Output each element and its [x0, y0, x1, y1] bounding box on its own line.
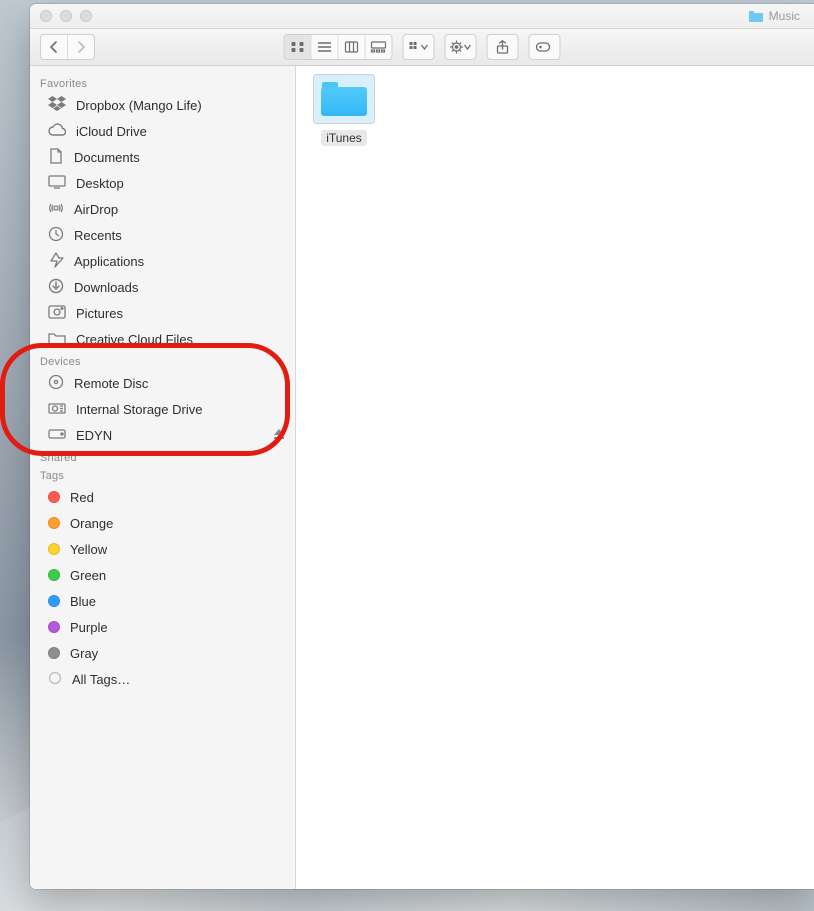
titlebar: Music	[30, 4, 814, 29]
tag-dot-icon	[48, 569, 60, 581]
window-controls	[30, 10, 92, 22]
folder-contents[interactable]: iTunes	[296, 66, 814, 889]
sidebar-item-label: Gray	[70, 646, 285, 661]
minimize-window-button[interactable]	[60, 10, 72, 22]
sidebar-item-purple[interactable]: Purple	[30, 614, 295, 640]
sidebar-item-label: Blue	[70, 594, 285, 609]
tag-dot-icon	[48, 491, 60, 503]
sidebar-item-pictures[interactable]: Pictures	[30, 300, 295, 326]
documents-icon	[48, 148, 64, 167]
edit-tags-button[interactable]	[529, 34, 561, 60]
pictures-icon	[48, 305, 66, 322]
dropbox-icon	[48, 96, 66, 115]
sidebar-group-favorites-header: Favorites	[30, 74, 295, 92]
sidebar-item-label: Yellow	[70, 542, 285, 557]
window-title: Music	[749, 4, 800, 28]
sidebar-item-icloud-drive[interactable]: iCloud Drive	[30, 118, 295, 144]
clock-icon	[48, 226, 64, 245]
sidebar-item-gray[interactable]: Gray	[30, 640, 295, 666]
file-item[interactable]: iTunes	[308, 74, 380, 146]
downloads-icon	[48, 278, 64, 297]
zoom-window-button[interactable]	[80, 10, 92, 22]
sidebar-item-red[interactable]: Red	[30, 484, 295, 510]
tag-dot-icon	[48, 647, 60, 659]
desktop-icon	[48, 175, 66, 192]
disc-icon	[48, 374, 64, 393]
sidebar-item-label: Purple	[70, 620, 285, 635]
eject-icon[interactable]	[273, 428, 285, 443]
all-tags-icon	[48, 671, 62, 688]
sidebar-item-label: Pictures	[76, 306, 285, 321]
back-button[interactable]	[41, 35, 68, 59]
list-view-button[interactable]	[312, 35, 339, 59]
sidebar-item-recents[interactable]: Recents	[30, 222, 295, 248]
airdrop-icon	[48, 200, 64, 219]
sidebar-item-applications[interactable]: Applications	[30, 248, 295, 274]
file-label[interactable]: iTunes	[321, 130, 367, 146]
nav-back-forward	[40, 34, 95, 60]
external-drive-icon	[48, 428, 66, 443]
sidebar-item-label: AirDrop	[74, 202, 285, 217]
sidebar-item-internal-storage-drive[interactable]: Internal Storage Drive	[30, 396, 295, 422]
sidebar-group-tags-header: Tags	[30, 466, 295, 484]
icon-view-button[interactable]	[285, 35, 312, 59]
sidebar-item-label: iCloud Drive	[76, 124, 285, 139]
close-window-button[interactable]	[40, 10, 52, 22]
action-dropdown[interactable]	[445, 34, 477, 60]
sidebar-item-label: Applications	[74, 254, 285, 269]
sidebar-item-label: Downloads	[74, 280, 285, 295]
gallery-view-button[interactable]	[366, 35, 392, 59]
sidebar-item-label: Dropbox (Mango Life)	[76, 98, 285, 113]
cloud-icon	[48, 123, 66, 140]
sidebar-item-label: Documents	[74, 150, 285, 165]
sidebar-item-desktop[interactable]: Desktop	[30, 170, 295, 196]
view-mode-group	[284, 34, 393, 60]
folder-icon	[48, 331, 66, 348]
sidebar-item-yellow[interactable]: Yellow	[30, 536, 295, 562]
sidebar-item-remote-disc[interactable]: Remote Disc	[30, 370, 295, 396]
sidebar-item-dropbox-mango-life[interactable]: Dropbox (Mango Life)	[30, 92, 295, 118]
column-view-button[interactable]	[339, 35, 366, 59]
toolbar	[30, 29, 814, 66]
sidebar-item-label: Red	[70, 490, 285, 505]
sidebar-group-devices-header: Devices	[30, 352, 295, 370]
sidebar-group-shared-header: Shared	[30, 448, 295, 466]
applications-icon	[48, 252, 64, 271]
sidebar-item-all-tags[interactable]: All Tags…	[30, 666, 295, 692]
sidebar-item-green[interactable]: Green	[30, 562, 295, 588]
folder-icon	[749, 11, 763, 22]
sidebar-item-edyn[interactable]: EDYN	[30, 422, 295, 448]
sidebar: Favorites Dropbox (Mango Life) iCloud Dri…	[30, 66, 296, 889]
sidebar-item-label: Recents	[74, 228, 285, 243]
sidebar-item-label: Internal Storage Drive	[76, 402, 285, 417]
sidebar-item-airdrop[interactable]: AirDrop	[30, 196, 295, 222]
sidebar-item-blue[interactable]: Blue	[30, 588, 295, 614]
sidebar-item-creative-cloud-files[interactable]: Creative Cloud Files	[30, 326, 295, 352]
sidebar-item-label: All Tags…	[72, 672, 285, 687]
sidebar-item-label: Remote Disc	[74, 376, 285, 391]
sidebar-item-label: Desktop	[76, 176, 285, 191]
tag-dot-icon	[48, 543, 60, 555]
finder-window: Music	[30, 4, 814, 889]
sidebar-item-label: Orange	[70, 516, 285, 531]
folder-icon	[313, 74, 375, 124]
forward-button[interactable]	[68, 35, 94, 59]
sidebar-item-documents[interactable]: Documents	[30, 144, 295, 170]
sidebar-item-orange[interactable]: Orange	[30, 510, 295, 536]
tag-dot-icon	[48, 621, 60, 633]
sidebar-item-label: Green	[70, 568, 285, 583]
arrange-dropdown[interactable]	[403, 34, 435, 60]
sidebar-item-downloads[interactable]: Downloads	[30, 274, 295, 300]
tag-dot-icon	[48, 517, 60, 529]
share-button[interactable]	[487, 34, 519, 60]
sidebar-item-label: EDYN	[76, 428, 263, 443]
window-title-label: Music	[769, 9, 800, 23]
internal-drive-icon	[48, 401, 66, 418]
sidebar-item-label: Creative Cloud Files	[76, 332, 285, 347]
tag-dot-icon	[48, 595, 60, 607]
